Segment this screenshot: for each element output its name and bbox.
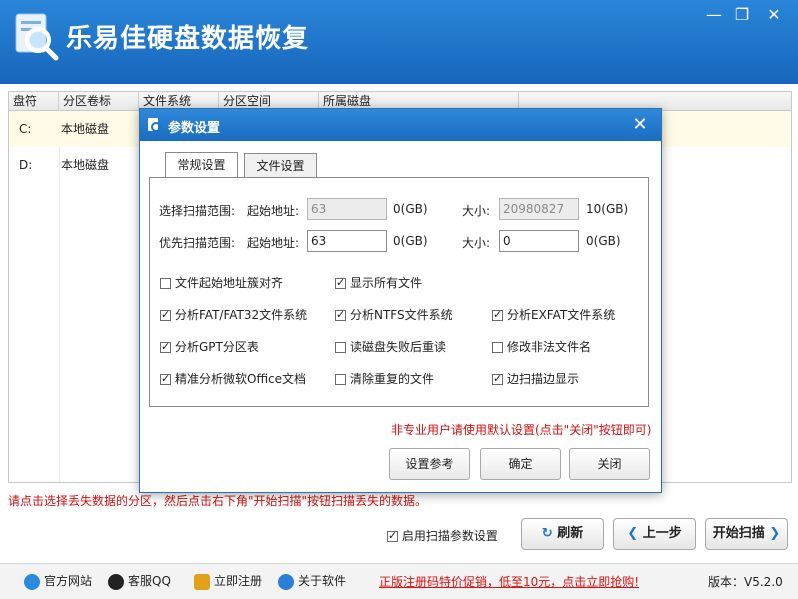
checkbox-icon[interactable] <box>492 342 503 353</box>
tab-file-settings[interactable]: 文件设置 <box>244 153 317 177</box>
option-label: 显示所有文件 <box>350 276 423 290</box>
row-drive: C: <box>19 122 32 136</box>
priority-size-field[interactable]: 0 <box>499 230 579 252</box>
close-icon[interactable]: ✕ <box>760 4 788 26</box>
default-settings-hint: 非专业用户请使用默认设置(点击"关闭"按钮即可) <box>391 423 652 437</box>
dialog-close-icon[interactable]: ✕ <box>628 113 652 137</box>
version-text: 版本：V5.2.0 <box>708 575 783 589</box>
priority-size-unit: 0(GB) <box>586 234 621 248</box>
option-label: 读磁盘失败后重读 <box>350 340 447 354</box>
settings-icon <box>148 118 161 132</box>
row-drive: D: <box>19 158 33 172</box>
option-office-analysis[interactable]: 精准分析微软Office文档 <box>160 372 306 386</box>
option-analyze-fat[interactable]: 分析FAT/FAT32文件系统 <box>160 308 307 322</box>
prev-label: 上一步 <box>642 526 682 541</box>
app-logo-icon <box>15 13 59 61</box>
option-label: 分析NTFS文件系统 <box>350 308 453 322</box>
row-label: 本地磁盘 <box>61 122 110 136</box>
option-label: 修改非法文件名 <box>507 340 592 354</box>
option-fix-filenames[interactable]: 修改非法文件名 <box>492 340 591 354</box>
option-analyze-ntfs[interactable]: 分析NTFS文件系统 <box>335 308 453 322</box>
option-label: 分析EXFAT文件系统 <box>507 308 616 322</box>
checkbox-icon[interactable] <box>335 374 346 385</box>
refresh-label: 刷新 <box>557 526 584 541</box>
app-title: 乐易佳硬盘数据恢复 <box>66 24 310 54</box>
priority-start-unit: 0(GB) <box>393 234 428 248</box>
refresh-button[interactable]: ↻ 刷新 <box>521 518 604 550</box>
column-drive[interactable]: 盘符 <box>9 92 59 110</box>
checkbox-icon[interactable] <box>160 340 171 354</box>
official-site-link[interactable]: 官方网站 <box>24 573 92 590</box>
about-link[interactable]: 关于软件 <box>278 573 346 590</box>
option-label: 边扫描边显示 <box>507 372 580 386</box>
option-label: 精准分析微软Office文档 <box>175 372 307 386</box>
scan-range-label: 选择扫描范围: <box>159 204 236 218</box>
checkbox-icon[interactable] <box>335 308 346 322</box>
priority-range-label: 优先扫描范围: <box>159 236 236 250</box>
option-label: 文件起始地址簇对齐 <box>175 276 284 290</box>
dialog-close-button[interactable]: 关闭 <box>569 448 650 480</box>
ok-button[interactable]: 确定 <box>480 448 561 480</box>
chevron-left-icon: ❮ <box>627 526 639 541</box>
option-label: 分析GPT分区表 <box>175 340 259 354</box>
minimize-icon[interactable]: — <box>700 4 728 26</box>
scan-size-label: 大小: <box>462 204 491 218</box>
support-qq-label: 客服QQ <box>128 574 171 588</box>
row-label: 本地磁盘 <box>61 158 110 172</box>
checkbox-icon[interactable] <box>492 308 503 322</box>
register-link[interactable]: 立即注册 <box>194 573 262 590</box>
option-label: 清除重复的文件 <box>350 372 435 386</box>
column-label[interactable]: 分区卷标 <box>59 92 139 110</box>
official-site-label: 官方网站 <box>44 574 93 588</box>
settings-reference-button[interactable]: 设置参考 <box>389 448 470 480</box>
option-remove-duplicates[interactable]: 清除重复的文件 <box>335 372 434 386</box>
support-qq-link[interactable]: 客服QQ <box>108 573 171 590</box>
checkbox-icon[interactable] <box>160 308 171 322</box>
start-scan-label: 开始扫描 <box>712 526 765 541</box>
settings-dialog: 参数设置 ✕ 常规设置 文件设置 选择扫描范围: 起始地址: 63 0(GB) … <box>139 108 662 493</box>
dialog-title: 参数设置 <box>168 121 221 136</box>
about-label: 关于软件 <box>298 574 347 588</box>
scan-start-field[interactable]: 63 <box>307 198 387 220</box>
checkbox-icon[interactable] <box>335 342 346 353</box>
enable-scan-params-label: 启用扫描参数设置 <box>401 529 498 543</box>
checkbox-icon[interactable] <box>160 278 171 289</box>
checkbox-icon[interactable] <box>387 529 398 542</box>
scan-start-unit: 0(GB) <box>393 202 428 216</box>
tab-general-settings[interactable]: 常规设置 <box>165 152 238 178</box>
promo-link[interactable]: 正版注册码特价促销，低至10元，点击立即抢购! <box>379 573 639 590</box>
enable-scan-params-checkbox[interactable]: 启用扫描参数设置 <box>387 527 498 544</box>
dialog-title-bar[interactable]: 参数设置 ✕ <box>140 109 661 141</box>
priority-start-label: 起始地址: <box>247 236 300 250</box>
scan-start-label: 起始地址: <box>247 204 300 218</box>
option-show-all-files[interactable]: 显示所有文件 <box>335 276 422 290</box>
refresh-icon: ↻ <box>541 526 553 541</box>
checkbox-icon[interactable] <box>160 372 171 386</box>
ie-icon <box>24 573 40 590</box>
restore-icon[interactable]: ❐ <box>728 4 756 26</box>
register-label: 立即注册 <box>214 574 263 588</box>
checkbox-icon[interactable] <box>492 372 503 386</box>
scan-size-unit: 10(GB) <box>586 202 629 216</box>
option-cluster-align[interactable]: 文件起始地址簇对齐 <box>160 276 283 290</box>
option-display-while-scanning[interactable]: 边扫描边显示 <box>492 372 579 386</box>
prev-button[interactable]: ❮ 上一步 <box>613 518 696 550</box>
option-analyze-exfat[interactable]: 分析EXFAT文件系统 <box>492 308 615 322</box>
status-message: 请点击选择丢失数据的分区，然后点击右下角"开始扫描"按钮扫描丢失的数据。 <box>8 494 428 508</box>
priority-size-label: 大小: <box>462 236 491 250</box>
option-label: 分析FAT/FAT32文件系统 <box>175 308 308 322</box>
option-reread-on-fail[interactable]: 读磁盘失败后重读 <box>335 340 446 354</box>
footer-bar: 官方网站 客服QQ 立即注册 关于软件 正版注册码特价促销，低至10元，点击立即… <box>0 563 798 599</box>
start-scan-button[interactable]: 开始扫描 ❯ <box>705 518 788 550</box>
qq-icon <box>108 573 124 590</box>
key-icon <box>194 573 210 590</box>
chevron-right-icon: ❯ <box>769 526 781 541</box>
title-bar: 乐易佳硬盘数据恢复 — ❐ ✕ <box>0 0 798 84</box>
general-settings-panel: 选择扫描范围: 起始地址: 63 0(GB) 大小: 20980827 10(G… <box>149 177 649 407</box>
scan-size-field[interactable]: 20980827 <box>499 198 579 220</box>
info-icon <box>278 573 294 590</box>
checkbox-icon[interactable] <box>335 276 346 290</box>
option-analyze-gpt[interactable]: 分析GPT分区表 <box>160 340 259 354</box>
priority-start-field[interactable]: 63 <box>307 230 387 252</box>
